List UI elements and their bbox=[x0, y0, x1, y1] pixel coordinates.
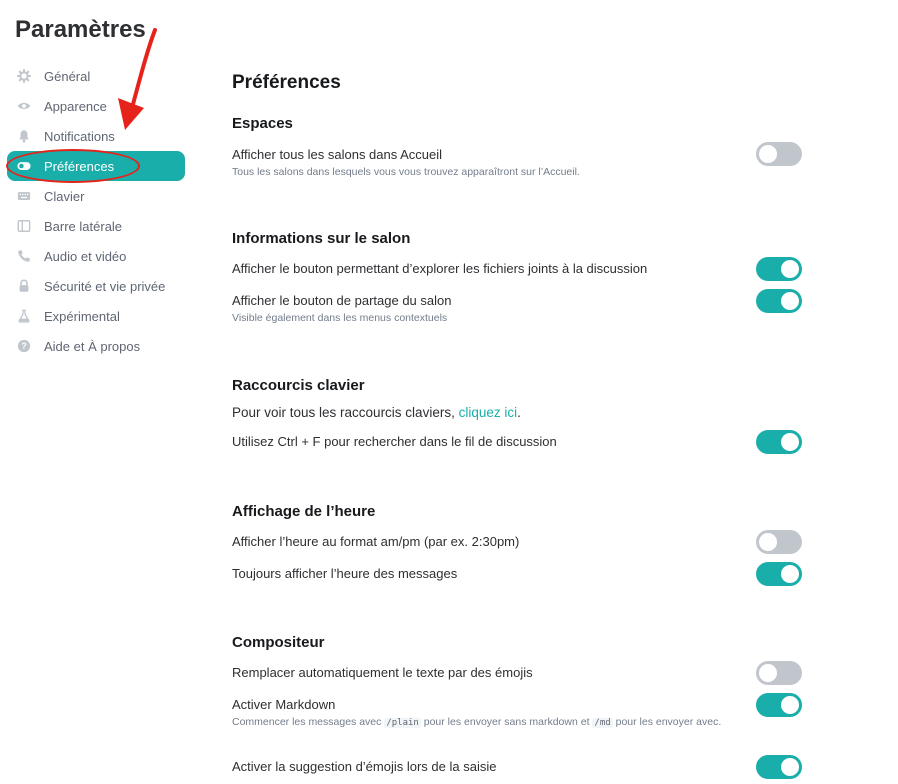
setting-files-button: Afficher le bouton permettant d’explorer… bbox=[232, 257, 802, 281]
sidebar-item-label: Apparence bbox=[44, 98, 107, 114]
auto-emoji-toggle[interactable] bbox=[756, 661, 802, 685]
setting-share-button: Afficher le bouton de partage du salon V… bbox=[232, 289, 802, 325]
md-command-code: /md bbox=[592, 718, 613, 728]
shortcuts-intro: Pour voir tous les raccourcis claviers, … bbox=[232, 405, 802, 421]
setting-emoji-suggest: Activer la suggestion d’émojis lors de l… bbox=[232, 755, 802, 779]
markdown-desc-part: pour les envoyer avec. bbox=[612, 716, 722, 728]
setting-markdown: Activer Markdown Commencer les messages … bbox=[232, 693, 802, 730]
setting-description: Commencer les messages avec /plain pour … bbox=[232, 716, 747, 730]
setting-label: Activer la suggestion d’émojis lors de l… bbox=[232, 759, 497, 774]
sidebar-item-label: Clavier bbox=[44, 188, 85, 204]
sidebar-icon bbox=[17, 219, 31, 233]
sidebar-item-label: Aide et À propos bbox=[44, 338, 141, 354]
sidebar-item-label: Général bbox=[44, 68, 91, 84]
setting-always-show-time: Toujours afficher l’heure des messages bbox=[232, 562, 802, 586]
section-title-composer: Compositeur bbox=[232, 634, 325, 651]
page-title: Préférences bbox=[232, 72, 341, 93]
setting-label: Toujours afficher l’heure des messages bbox=[232, 566, 458, 581]
setting-description: Visible également dans les menus context… bbox=[232, 312, 448, 324]
emoji-suggest-toggle[interactable] bbox=[756, 755, 802, 779]
section-title-espaces: Espaces bbox=[232, 115, 293, 132]
sidebar-item-experimental[interactable]: Expérimental bbox=[7, 301, 185, 331]
sidebar-item-appearance[interactable]: Apparence bbox=[7, 91, 185, 121]
setting-auto-emoji: Remplacer automatiquement le texte par d… bbox=[232, 661, 802, 685]
sidebar-item-label: Notifications bbox=[44, 128, 115, 144]
sidebar-item-security[interactable]: Sécurité et vie privée bbox=[7, 271, 185, 301]
gear-icon bbox=[17, 69, 31, 83]
toggle-icon bbox=[17, 159, 31, 173]
setting-ampm: Afficher l’heure au format am/pm (par ex… bbox=[232, 530, 802, 554]
setting-description: Tous les salons dans lesquels vous vous … bbox=[232, 166, 580, 178]
sidebar-item-notifications[interactable]: Notifications bbox=[7, 121, 185, 151]
help-icon: ? bbox=[17, 339, 31, 353]
phone-icon bbox=[17, 249, 31, 263]
sidebar-item-general[interactable]: Général bbox=[7, 61, 185, 91]
sidebar-item-preferences[interactable]: Préférences bbox=[7, 151, 185, 181]
sidebar-item-label: Préférences bbox=[44, 158, 115, 174]
setting-label: Remplacer automatiquement le texte par d… bbox=[232, 665, 533, 680]
section-title-room-info: Informations sur le salon bbox=[232, 230, 411, 247]
setting-label: Afficher le bouton de partage du salon bbox=[232, 293, 452, 308]
sidebar-item-help[interactable]: ? Aide et À propos bbox=[7, 331, 185, 361]
svg-text:?: ? bbox=[21, 341, 26, 351]
setting-show-all-rooms: Afficher tous les salons dans Accueil To… bbox=[232, 142, 802, 179]
shortcuts-intro-suffix: . bbox=[517, 405, 521, 420]
sidebar-item-keyboard[interactable]: Clavier bbox=[7, 181, 185, 211]
ctrl-f-toggle[interactable] bbox=[756, 430, 802, 454]
bell-icon bbox=[17, 129, 31, 143]
share-button-toggle[interactable] bbox=[756, 289, 802, 313]
shortcuts-intro-text: Pour voir tous les raccourcis claviers, bbox=[232, 405, 459, 420]
markdown-desc-part: Commencer les messages avec bbox=[232, 716, 385, 728]
setting-ctrl-f: Utilisez Ctrl + F pour rechercher dans l… bbox=[232, 430, 802, 454]
show-all-rooms-toggle[interactable] bbox=[756, 142, 802, 166]
sidebar-item-sidebar[interactable]: Barre latérale bbox=[7, 211, 185, 241]
sidebar-item-label: Audio et vidéo bbox=[44, 248, 127, 264]
setting-label: Afficher le bouton permettant d’explorer… bbox=[232, 261, 648, 276]
sidebar-item-label: Expérimental bbox=[44, 308, 120, 324]
section-title-time: Affichage de l’heure bbox=[232, 503, 376, 520]
section-title-shortcuts: Raccourcis clavier bbox=[232, 377, 365, 394]
markdown-desc-part: pour les envoyer sans markdown et bbox=[420, 716, 593, 728]
sidebar-title: Paramètres bbox=[15, 16, 146, 43]
ampm-toggle[interactable] bbox=[756, 530, 802, 554]
always-show-time-toggle[interactable] bbox=[756, 562, 802, 586]
shortcuts-link[interactable]: cliquez ici bbox=[459, 405, 518, 420]
setting-label: Afficher l’heure au format am/pm (par ex… bbox=[232, 534, 520, 549]
sidebar-item-label: Sécurité et vie privée bbox=[44, 278, 166, 294]
flask-icon bbox=[17, 309, 31, 323]
setting-label: Activer Markdown bbox=[232, 697, 336, 712]
eye-icon bbox=[17, 99, 31, 113]
markdown-toggle[interactable] bbox=[756, 693, 802, 717]
lock-icon bbox=[17, 279, 31, 293]
setting-label: Utilisez Ctrl + F pour rechercher dans l… bbox=[232, 434, 557, 449]
keyboard-icon bbox=[17, 189, 31, 203]
files-button-toggle[interactable] bbox=[756, 257, 802, 281]
sidebar-item-audio-video[interactable]: Audio et vidéo bbox=[7, 241, 185, 271]
setting-label: Afficher tous les salons dans Accueil bbox=[232, 147, 443, 162]
plain-command-code: /plain bbox=[384, 718, 421, 728]
settings-nav: Général Apparence Notifications Préféren… bbox=[7, 61, 185, 361]
sidebar-item-label: Barre latérale bbox=[44, 218, 123, 234]
